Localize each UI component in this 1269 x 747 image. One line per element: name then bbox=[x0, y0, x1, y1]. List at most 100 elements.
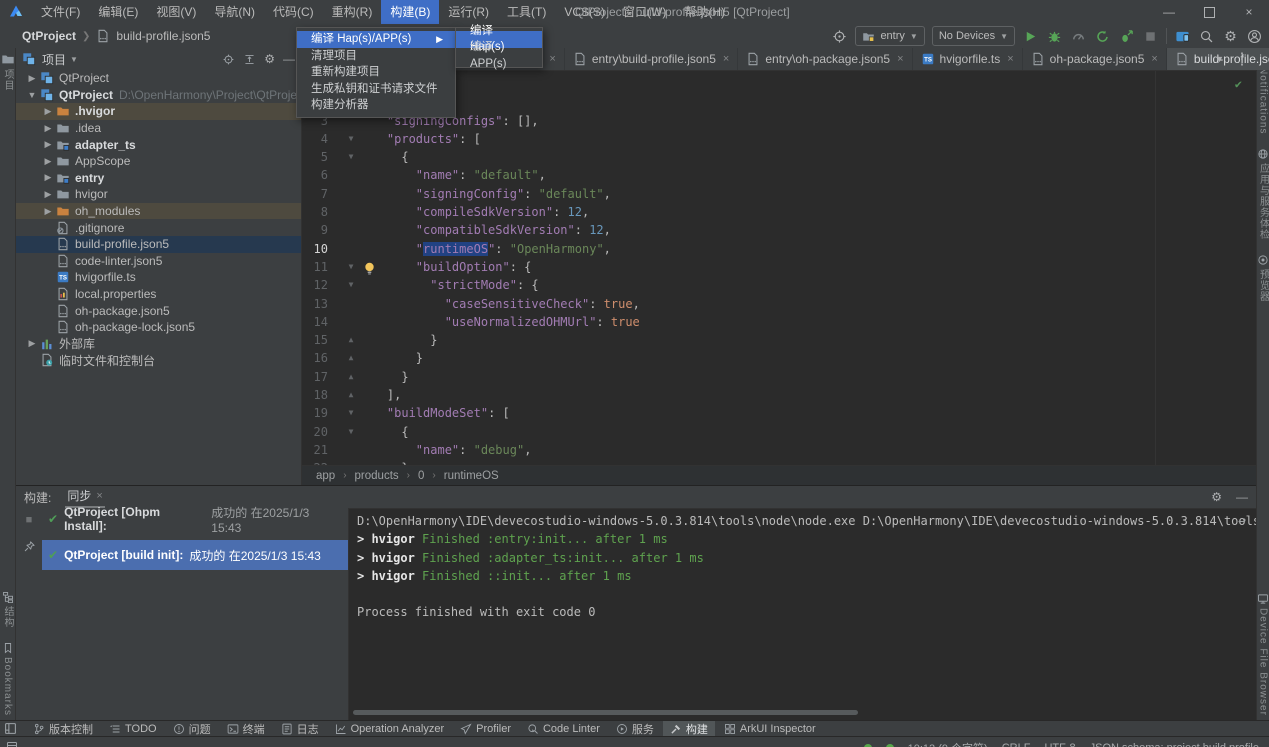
code-line-10[interactable]: 10 "runtimeOS": "OpenHarmony", bbox=[302, 240, 1256, 258]
tree-item-oh-package-lock-json5[interactable]: oh-package-lock.json5 bbox=[16, 319, 301, 336]
target-icon[interactable] bbox=[831, 28, 848, 45]
tree-item-oh-modules[interactable]: ▶oh_modules bbox=[16, 203, 301, 220]
editor-tab-hvigorfile-ts[interactable]: TShvigorfile.ts× bbox=[913, 48, 1023, 70]
tree-item-qtproject[interactable]: ▶QtProject bbox=[16, 70, 301, 87]
tree-item-oh-package-json5[interactable]: oh-package.json5 bbox=[16, 302, 301, 319]
code-line-21[interactable]: 21 "name": "debug", bbox=[302, 441, 1256, 459]
chevron-right-icon[interactable]: ▶ bbox=[40, 189, 56, 200]
chevron-right-icon[interactable]: ▶ bbox=[24, 73, 40, 84]
chevron-down-icon[interactable]: ▼ bbox=[24, 90, 40, 100]
build-menu-item-generate-key-and-csr[interactable]: 生成私钥和证书请求文件 bbox=[297, 81, 455, 98]
build-task-qtproject-build-init[interactable]: ✔QtProject [build init]:成功的 在2025/1/3 15… bbox=[42, 540, 348, 570]
tree-item-entry[interactable]: ▶entry bbox=[16, 170, 301, 187]
toolbar-item-item[interactable]: 终端 bbox=[220, 721, 272, 736]
debug-button[interactable] bbox=[1046, 28, 1063, 45]
toolbar-item-item[interactable]: 问题 bbox=[166, 721, 218, 736]
fold-marker-icon[interactable]: ▲ bbox=[344, 331, 358, 349]
project-panel-title[interactable]: 项目 bbox=[42, 51, 66, 68]
close-icon[interactable]: × bbox=[96, 486, 102, 506]
code-editor[interactable]: 1{2▼ "app": {3 "signingConfigs": [],4▼ "… bbox=[302, 71, 1256, 465]
fold-marker-icon[interactable]: ▼ bbox=[344, 423, 358, 441]
toolbar-item-item[interactable]: 日志 bbox=[274, 721, 326, 736]
toolbar-item-arkui-inspector[interactable]: ArkUI Inspector bbox=[717, 721, 823, 736]
stripe-button-item[interactable]: 应用与服务体检 bbox=[1256, 148, 1269, 240]
editor-tab-entry-build-profile-json5[interactable]: entry\build-profile.json5× bbox=[565, 48, 739, 70]
toolbar-item-todo[interactable]: TODO bbox=[102, 721, 164, 736]
tree-item-idea[interactable]: ▶.idea bbox=[16, 120, 301, 137]
attach-debugger-button[interactable] bbox=[1118, 28, 1135, 45]
toolbar-item-item[interactable]: 版本控制 bbox=[26, 721, 100, 736]
editor-tab-oh-package-json5[interactable]: oh-package.json5× bbox=[1023, 48, 1167, 70]
menubar-item-refactor[interactable]: 重构(R) bbox=[323, 0, 382, 24]
stripe-button-device-file-browser[interactable]: Device File Browser bbox=[1257, 593, 1269, 716]
code-line-18[interactable]: 18▲ ], bbox=[302, 386, 1256, 404]
fold-marker-icon[interactable]: ▼ bbox=[344, 404, 358, 422]
horizontal-scrollbar[interactable] bbox=[353, 710, 858, 715]
code-line-19[interactable]: 19▼ "buildModeSet": [ bbox=[302, 404, 1256, 422]
hide-panel-icon[interactable]: ― bbox=[283, 52, 295, 66]
code-line-12[interactable]: 12▼ "strictMode": { bbox=[302, 276, 1256, 294]
code-line-8[interactable]: 8 "compileSdkVersion": 12, bbox=[302, 203, 1256, 221]
tree-item-hvigorfile-ts[interactable]: TShvigorfile.ts bbox=[16, 269, 301, 286]
tree-item-adapter-ts[interactable]: ▶adapter_ts bbox=[16, 136, 301, 153]
tree-item-qtproject[interactable]: ▼QtProjectD:\OpenHarmony\Project\QtProje… bbox=[16, 87, 301, 104]
menubar-item-run[interactable]: 运行(R) bbox=[439, 0, 498, 24]
tree-item-hvigor[interactable]: ▶.hvigor bbox=[16, 103, 301, 120]
breadcrumb-app[interactable]: app bbox=[316, 470, 335, 482]
locate-file-icon[interactable] bbox=[222, 53, 235, 66]
chevron-right-icon[interactable]: ▶ bbox=[40, 172, 56, 183]
fold-marker-icon[interactable]: ▼ bbox=[344, 276, 358, 294]
tree-item-code-linter-json5[interactable]: code-linter.json5 bbox=[16, 253, 301, 270]
menubar-item-file[interactable]: 文件(F) bbox=[32, 0, 89, 24]
chevron-right-icon[interactable]: ▶ bbox=[40, 139, 56, 150]
breadcrumb-project[interactable]: QtProject bbox=[22, 29, 76, 43]
fold-marker-icon[interactable]: ▲ bbox=[344, 368, 358, 386]
code-line-5[interactable]: 5▼ { bbox=[302, 148, 1256, 166]
tab-options-kebab-icon[interactable]: ⋮ bbox=[1234, 49, 1250, 69]
code-line-9[interactable]: 9 "compatibleSdkVersion": 12, bbox=[302, 221, 1256, 239]
tree-item-appscope[interactable]: ▶AppScope bbox=[16, 153, 301, 170]
breadcrumb-products[interactable]: products bbox=[355, 470, 399, 482]
run-button[interactable] bbox=[1022, 28, 1039, 45]
code-line-14[interactable]: 14 "useNormalizedOHMUrl": true bbox=[302, 313, 1256, 331]
collapse-all-icon[interactable] bbox=[243, 53, 256, 66]
stop-build-icon[interactable]: ■ bbox=[26, 514, 33, 526]
menubar-item-code[interactable]: 代码(C) bbox=[264, 0, 323, 24]
close-button[interactable]: × bbox=[1229, 0, 1269, 24]
code-line-13[interactable]: 13 "caseSensitiveCheck": true, bbox=[302, 295, 1256, 313]
build-menu-item-clean-project[interactable]: 清理项目 bbox=[297, 48, 455, 65]
build-menu-item-compile-hap-app[interactable]: 编译 Hap(s)/APP(s)▶ bbox=[297, 31, 455, 48]
toolbar-item-operation-analyzer[interactable]: Operation Analyzer bbox=[328, 721, 452, 736]
fold-marker-icon[interactable]: ▼ bbox=[344, 258, 358, 276]
tree-item-local-properties[interactable]: local.properties bbox=[16, 286, 301, 303]
device-manager-button[interactable] bbox=[1174, 28, 1191, 45]
tab-list-chevron-icon[interactable]: ▼ bbox=[1215, 54, 1224, 64]
caret-position[interactable]: 10:12 (9 个字符) bbox=[908, 740, 988, 747]
breadcrumb-file[interactable]: build-profile.json5 bbox=[116, 29, 210, 43]
chevron-right-icon[interactable]: ▶ bbox=[24, 338, 40, 349]
run-config-select[interactable]: entry▼ bbox=[855, 26, 924, 46]
toolbar-item-code-linter[interactable]: Code Linter bbox=[520, 721, 607, 736]
stripe-button-item[interactable]: 结构 bbox=[0, 591, 15, 628]
fold-marker-icon[interactable]: ▲ bbox=[344, 349, 358, 367]
breadcrumb-runtimeos[interactable]: runtimeOS bbox=[444, 470, 499, 482]
toolbar-item-item[interactable]: 服务 bbox=[609, 721, 661, 736]
close-icon[interactable]: × bbox=[897, 53, 903, 65]
tree-item-build-profile-json5[interactable]: build-profile.json5 bbox=[16, 236, 301, 253]
status-layout-icon[interactable] bbox=[6, 741, 18, 747]
menubar-item-tools[interactable]: 工具(T) bbox=[498, 0, 555, 24]
window-layout-icon[interactable] bbox=[4, 722, 17, 735]
code-line-6[interactable]: 6 "name": "default", bbox=[302, 166, 1256, 184]
build-settings-gear-icon[interactable]: ⚙ bbox=[1211, 490, 1222, 504]
chevron-right-icon[interactable]: ▶ bbox=[40, 106, 56, 117]
restore-button[interactable] bbox=[1189, 0, 1229, 24]
build-console[interactable]: D:\OpenHarmony\IDE\devecostudio-windows-… bbox=[349, 508, 1256, 720]
tree-item-item[interactable]: ▶外部库 bbox=[16, 336, 301, 353]
panel-settings-gear-icon[interactable]: ⚙ bbox=[264, 52, 275, 66]
compile-submenu-item-compile-app[interactable]: 编译 APP(s) bbox=[456, 48, 542, 65]
build-menu-item-rebuild-project[interactable]: 重新构建项目 bbox=[297, 64, 455, 81]
minimize-button[interactable]: — bbox=[1149, 0, 1189, 24]
code-line-22[interactable]: 22 }, bbox=[302, 459, 1256, 465]
close-icon[interactable]: × bbox=[1151, 53, 1157, 65]
settings-gear-icon[interactable]: ⚙ bbox=[1222, 28, 1239, 45]
